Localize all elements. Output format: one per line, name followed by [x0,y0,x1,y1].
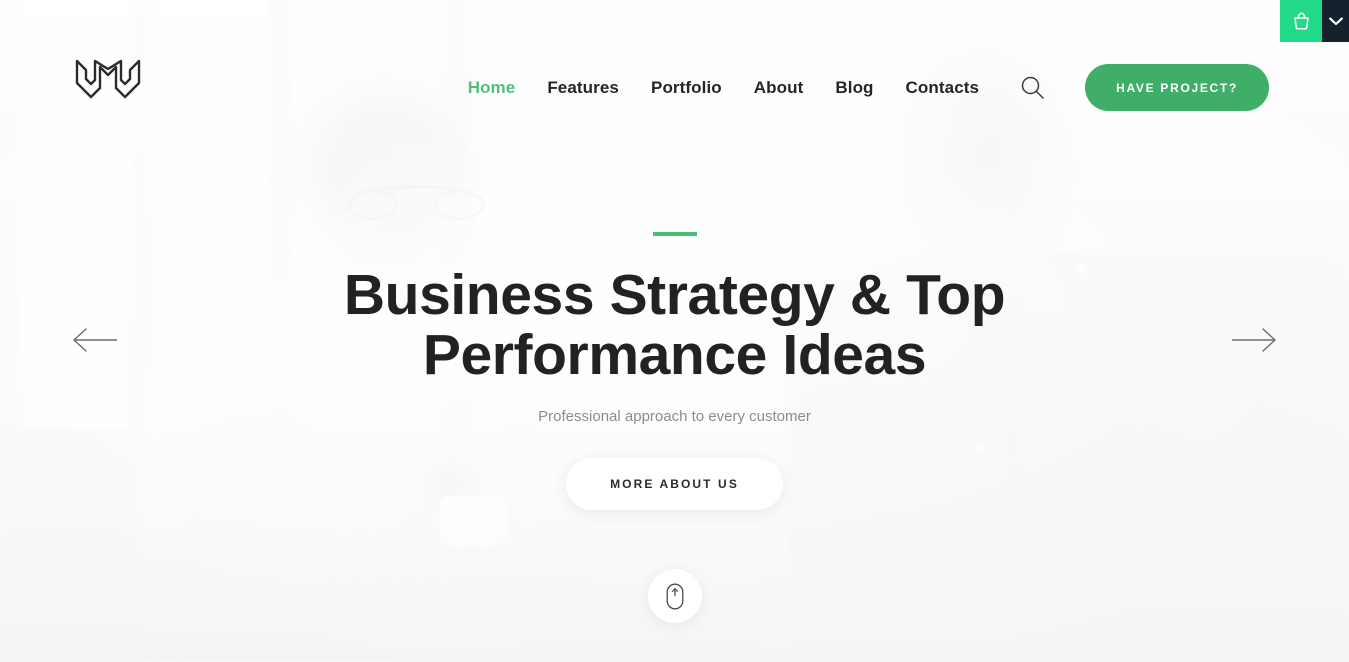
chevron-down-icon [1328,17,1343,25]
search-icon [1021,76,1044,99]
slider-prev-button[interactable] [66,322,122,358]
hero-subtitle: Professional approach to every customer [538,407,811,425]
more-about-us-button[interactable]: MORE ABOUT US [566,457,783,510]
panel-toggle-button[interactable] [1322,0,1349,42]
search-button[interactable] [1011,67,1053,109]
mouse-scroll-icon [666,583,683,609]
nav-link-about[interactable]: About [738,78,820,98]
hero-section: Home Features Portfolio About Blog Conta… [0,0,1349,662]
brand-logo[interactable] [75,58,141,104]
page-title: Business Strategy & Top Performance Idea… [343,263,1006,387]
nav-link-portfolio[interactable]: Portfolio [635,78,738,98]
site-header: Home Features Portfolio About Blog Conta… [0,0,1349,170]
arrow-left-icon [73,328,117,352]
main-navigation: Home Features Portfolio About Blog Conta… [452,58,1269,111]
nav-link-features[interactable]: Features [531,78,635,98]
basket-icon [1293,12,1309,30]
have-project-button[interactable]: HAVE PROJECT? [1085,64,1269,111]
accent-divider [652,232,697,236]
nav-link-home[interactable]: Home [452,78,532,98]
corner-widgets [1280,0,1349,42]
headline-line-2: Performance Ideas [422,322,927,387]
nav-link-blog[interactable]: Blog [819,78,889,98]
slider-next-button[interactable] [1227,322,1283,358]
brand-logo-icon [75,59,141,99]
cart-button[interactable] [1280,0,1322,42]
arrow-right-icon [1232,328,1276,352]
scroll-down-button[interactable] [647,569,702,623]
nav-link-contacts[interactable]: Contacts [890,78,996,98]
headline-line-1: Business Strategy & Top [343,263,1006,327]
